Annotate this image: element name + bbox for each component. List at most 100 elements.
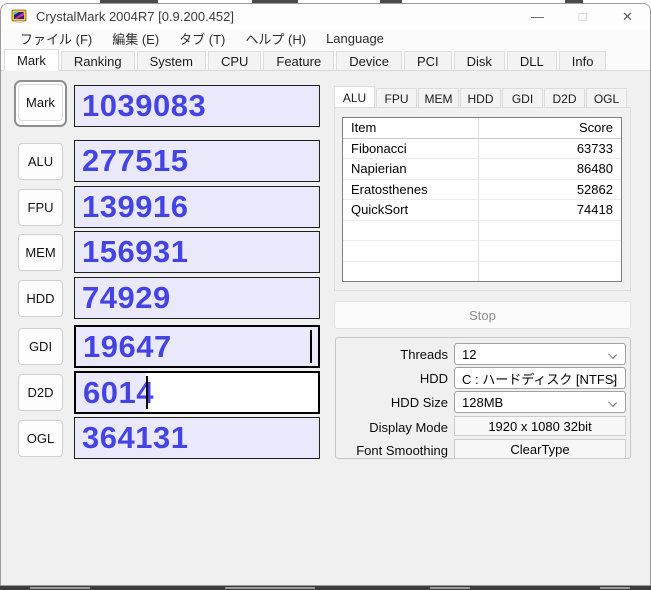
hdd-size-combobox[interactable]: 128MB [454, 391, 626, 413]
cell-score: 86480 [576, 161, 613, 177]
result-tab-hdd[interactable]: HDD [460, 88, 501, 108]
hdd-value: C : ハードディスク [NTFS] [462, 371, 618, 387]
cell-score [479, 241, 621, 261]
maximize-button[interactable]: □ [560, 4, 605, 29]
result-tab-d2d[interactable]: D2D [544, 88, 585, 108]
cell-item: QuickSort [343, 200, 480, 220]
tab-disk[interactable]: Disk [453, 51, 505, 70]
score-field-fpu[interactable]: 139916 [74, 186, 320, 228]
tab-dll[interactable]: DLL [506, 51, 557, 70]
field-row-hdd: HDD C : ハードディスク [NTFS] [336, 367, 630, 389]
cell-item [343, 220, 480, 240]
threads-value: 12 [462, 346, 477, 362]
tab-mark[interactable]: Mark [4, 49, 59, 71]
cell-item: Eratosthenes [343, 179, 480, 199]
artifact-dash [430, 587, 470, 589]
results-table: Item Score Fibonacci 63733 Napierian 864… [342, 117, 622, 282]
minimize-button[interactable]: — [515, 4, 560, 29]
result-tab-ogl[interactable]: OGL [586, 88, 627, 108]
tab-feature[interactable]: Feature [263, 51, 335, 70]
score-value: 74929 [82, 279, 171, 315]
hdd-combobox[interactable]: C : ハードディスク [NTFS] [454, 367, 626, 389]
tab-device[interactable]: Device [336, 51, 402, 70]
score-value: 277515 [82, 142, 189, 178]
cell-score: 74418 [576, 202, 613, 218]
score-value: 19647 [83, 328, 172, 364]
chevron-down-icon [608, 350, 617, 359]
sidebar-button-ogl[interactable]: OGL [18, 420, 63, 457]
table-empty-row [343, 220, 621, 241]
sidebar-button-mem[interactable]: MEM [18, 234, 63, 271]
stop-button[interactable]: Stop [334, 301, 631, 329]
threads-label: Threads [400, 346, 448, 362]
table-empty-row [343, 241, 621, 262]
sidebar-button-alu[interactable]: ALU [18, 143, 63, 180]
cell-item [343, 261, 480, 281]
field-row-threads: Threads 12 [336, 343, 630, 365]
window-controls: — □ ✕ [515, 4, 650, 29]
hdd-label: HDD [419, 370, 448, 386]
sidebar-button-fpu[interactable]: FPU [18, 189, 63, 226]
menu-item-file[interactable]: ファイル (F) [10, 28, 102, 50]
font-smoothing-button[interactable]: ClearType [454, 439, 626, 459]
main-tab-strip: Mark Ranking System CPU Feature Device P… [1, 49, 650, 71]
result-tab-fpu[interactable]: FPU [376, 88, 417, 108]
result-tab-mem[interactable]: MEM [418, 88, 459, 108]
result-tab-strip: ALU FPU MEM HDD GDI D2D OGL [334, 85, 628, 109]
tab-cpu[interactable]: CPU [207, 51, 262, 70]
focused-button-ring: Mark [14, 80, 67, 127]
score-field-mem[interactable]: 156931 [74, 231, 320, 273]
tab-ranking[interactable]: Ranking [60, 51, 135, 70]
text-caret [309, 330, 312, 363]
result-tab-alu[interactable]: ALU [334, 86, 375, 109]
score-value: 139916 [82, 188, 189, 224]
artifact-dash [600, 587, 630, 589]
text-caret [146, 376, 149, 409]
display-mode-label: Display Mode [369, 419, 448, 435]
result-tab-gdi[interactable]: GDI [502, 88, 543, 108]
sidebar-button-d2d[interactable]: D2D [18, 374, 63, 411]
client-area: Mark 1039083 ALU 277515 FPU 139916 MEM 1… [1, 71, 650, 585]
score-field-gdi[interactable]: 19647 [74, 325, 320, 368]
menu-item-edit[interactable]: 編集 (E) [102, 28, 169, 50]
close-button[interactable]: ✕ [605, 4, 650, 29]
score-field-ogl[interactable]: 364131 [74, 417, 320, 459]
score-field-mark[interactable]: 1039083 [74, 85, 320, 127]
score-value: 1039083 [82, 87, 207, 123]
font-smoothing-label: Font Smoothing [356, 442, 448, 458]
tab-pci[interactable]: PCI [403, 51, 452, 70]
artifact-dash [30, 587, 90, 589]
tab-info[interactable]: Info [558, 51, 607, 70]
cell-item [343, 241, 480, 261]
score-field-alu[interactable]: 277515 [74, 140, 320, 182]
menu-item-tab[interactable]: タブ (T) [169, 28, 235, 50]
cell-score: 63733 [576, 140, 613, 156]
score-value: 364131 [82, 419, 189, 455]
menubar: ファイル (F) 編集 (E) タブ (T) ヘルプ (H) Language [1, 29, 650, 49]
sidebar-button-gdi[interactable]: GDI [18, 328, 63, 365]
field-row-hdd-size: HDD Size 128MB [336, 391, 630, 413]
field-row-display-mode: Display Mode 1920 x 1080 32bit [336, 416, 630, 438]
window-title: CrystalMark 2004R7 [0.9.200.452] [36, 9, 234, 24]
titlebar[interactable]: CrystalMark 2004R7 [0.9.200.452] — □ ✕ [1, 4, 650, 29]
cell-score [479, 221, 621, 241]
sidebar-button-hdd[interactable]: HDD [18, 280, 63, 317]
cell-score [479, 262, 621, 282]
threads-combobox[interactable]: 12 [454, 343, 626, 365]
menu-item-language[interactable]: Language [316, 30, 394, 48]
table-row: QuickSort 74418 [343, 200, 621, 221]
field-row-font-smoothing: Font Smoothing ClearType [336, 439, 630, 461]
display-mode-button[interactable]: 1920 x 1080 32bit [454, 416, 626, 436]
sidebar-button-mark[interactable]: Mark [18, 84, 63, 121]
background-artifact-bottom [0, 586, 651, 590]
app-window: CrystalMark 2004R7 [0.9.200.452] — □ ✕ フ… [0, 3, 651, 586]
menu-item-help[interactable]: ヘルプ (H) [235, 28, 316, 50]
score-value: 6014 [83, 374, 154, 410]
score-field-d2d[interactable]: 6014 [74, 371, 320, 414]
table-row: Eratosthenes 52862 [343, 179, 621, 200]
artifact-dash [225, 587, 315, 589]
settings-group-box: Threads 12 HDD C : ハードディスク [NTFS] HDD Si… [335, 337, 631, 459]
score-field-hdd[interactable]: 74929 [74, 277, 320, 319]
hdd-size-value: 128MB [462, 394, 504, 410]
tab-system[interactable]: System [136, 51, 206, 70]
